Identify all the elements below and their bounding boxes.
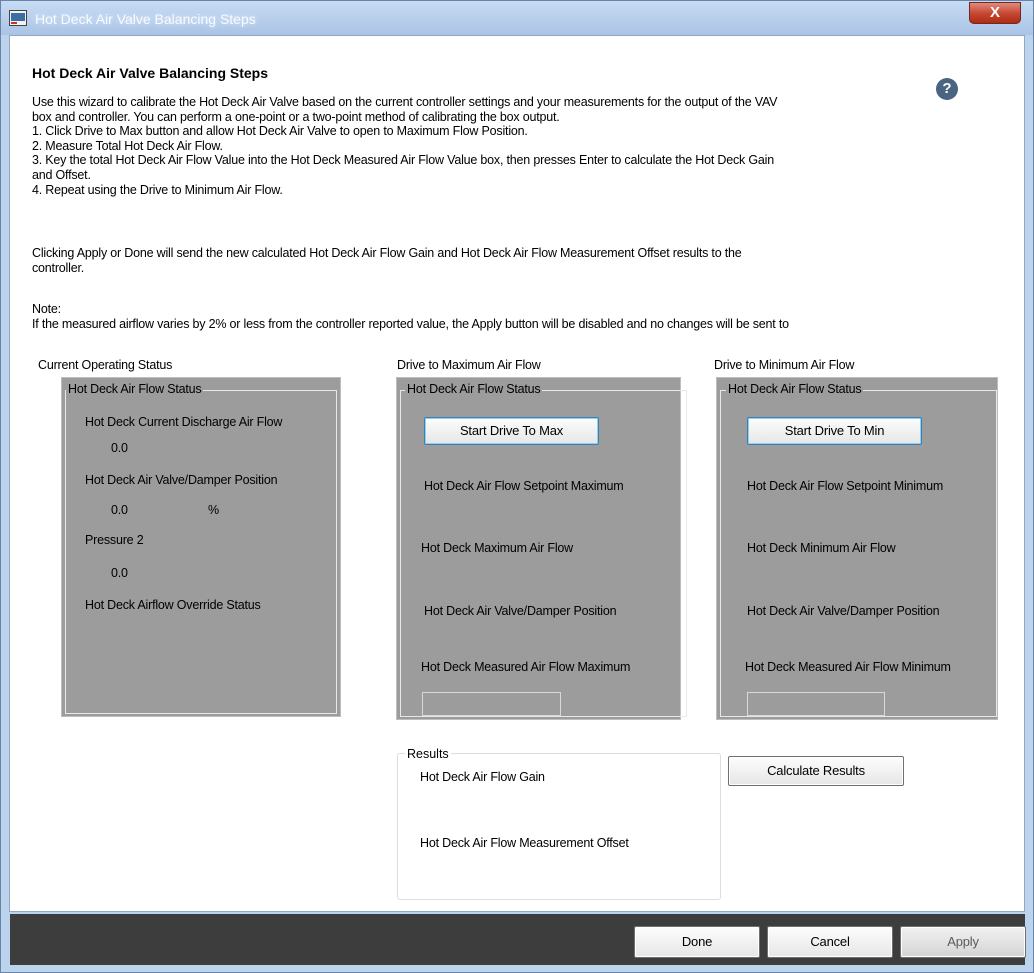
- instruction-line: and Offset.: [32, 167, 91, 182]
- window-title: Hot Deck Air Valve Balancing Steps: [35, 11, 256, 27]
- override-status-label: Hot Deck Airflow Override Status: [85, 598, 261, 612]
- measured-air-flow-maximum-label: Hot Deck Measured Air Flow Maximum: [421, 660, 631, 674]
- instruction-line: box and controller. You can perform a on…: [32, 109, 560, 124]
- damper-position-label: Hot Deck Air Valve/Damper Position: [85, 473, 278, 487]
- current-status-group-label: Hot Deck Air Flow Status: [66, 382, 204, 396]
- measured-air-flow-maximum-input[interactable]: [422, 692, 561, 716]
- apply-button[interactable]: Apply: [900, 926, 1026, 958]
- pressure-value: 0.0: [111, 566, 128, 580]
- current-status-group: [65, 390, 337, 714]
- app-icon: [9, 10, 27, 26]
- minimum-air-flow-label: Hot Deck Minimum Air Flow: [747, 541, 896, 555]
- close-button[interactable]: X: [969, 2, 1021, 24]
- instruction-line: 2. Measure Total Hot Deck Air Flow.: [32, 138, 223, 153]
- results-group-label: Results: [405, 747, 451, 761]
- note: Note: If the measured airflow varies by …: [32, 302, 1007, 331]
- apply-note-line: Clicking Apply or Done will send the new…: [32, 246, 742, 260]
- instruction-line: Use this wizard to calibrate the Hot Dec…: [32, 95, 778, 109]
- start-drive-to-min-button[interactable]: Start Drive To Min: [747, 417, 922, 445]
- max-damper-position-label: Hot Deck Air Valve/Damper Position: [424, 604, 617, 618]
- discharge-air-flow-value: 0.0: [111, 441, 128, 455]
- setpoint-maximum-label: Hot Deck Air Flow Setpoint Maximum: [424, 479, 624, 493]
- instruction-line: 3. Key the total Hot Deck Air Flow Value…: [32, 153, 774, 168]
- measured-air-flow-minimum-label: Hot Deck Measured Air Flow Minimum: [745, 660, 951, 674]
- pressure-label: Pressure 2: [85, 533, 144, 547]
- instructions: Use this wizard to calibrate the Hot Dec…: [32, 95, 1007, 197]
- drive-min-panel: Hot Deck Air Flow Status Start Drive To …: [716, 377, 998, 720]
- maximum-air-flow-label: Hot Deck Maximum Air Flow: [421, 541, 573, 555]
- apply-note-line: controller.: [32, 260, 84, 275]
- done-button[interactable]: Done: [634, 926, 760, 958]
- drive-max-label: Drive to Maximum Air Flow: [397, 358, 541, 372]
- min-damper-position-label: Hot Deck Air Valve/Damper Position: [747, 604, 940, 618]
- drive-min-group-label: Hot Deck Air Flow Status: [726, 382, 864, 396]
- note-title: Note:: [32, 302, 61, 316]
- start-drive-to-max-button[interactable]: Start Drive To Max: [424, 417, 599, 445]
- measurement-offset-label: Hot Deck Air Flow Measurement Offset: [420, 836, 629, 850]
- setpoint-minimum-label: Hot Deck Air Flow Setpoint Minimum: [747, 479, 944, 493]
- air-flow-gain-label: Hot Deck Air Flow Gain: [420, 770, 545, 784]
- current-status-label: Current Operating Status: [38, 358, 173, 372]
- instruction-line: 1. Click Drive to Max button and allow H…: [32, 124, 528, 139]
- calculate-results-button[interactable]: Calculate Results: [728, 756, 904, 786]
- title-bar[interactable]: Hot Deck Air Valve Balancing Steps X: [1, 1, 1033, 35]
- drive-max-panel: Hot Deck Air Flow Status Start Drive To …: [396, 377, 687, 720]
- discharge-air-flow-label: Hot Deck Current Discharge Air Flow: [85, 415, 283, 429]
- page-title: Hot Deck Air Valve Balancing Steps: [32, 65, 269, 81]
- apply-note: Clicking Apply or Done will send the new…: [32, 246, 1007, 275]
- current-status-panel: Hot Deck Air Flow Status Hot Deck Curren…: [61, 377, 341, 717]
- damper-position-value: 0.0: [111, 503, 128, 517]
- damper-position-unit: %: [208, 503, 219, 517]
- instruction-line: 4. Repeat using the Drive to Minimum Air…: [32, 182, 283, 197]
- cancel-button[interactable]: Cancel: [767, 926, 893, 958]
- dialog-window: Hot Deck Air Valve Balancing Steps X Hot…: [0, 0, 1034, 973]
- measured-air-flow-minimum-input[interactable]: [747, 692, 885, 716]
- drive-min-label: Drive to Minimum Air Flow: [714, 358, 855, 372]
- note-text: If the measured airflow varies by 2% or …: [32, 316, 789, 331]
- drive-max-group-label: Hot Deck Air Flow Status: [405, 382, 543, 396]
